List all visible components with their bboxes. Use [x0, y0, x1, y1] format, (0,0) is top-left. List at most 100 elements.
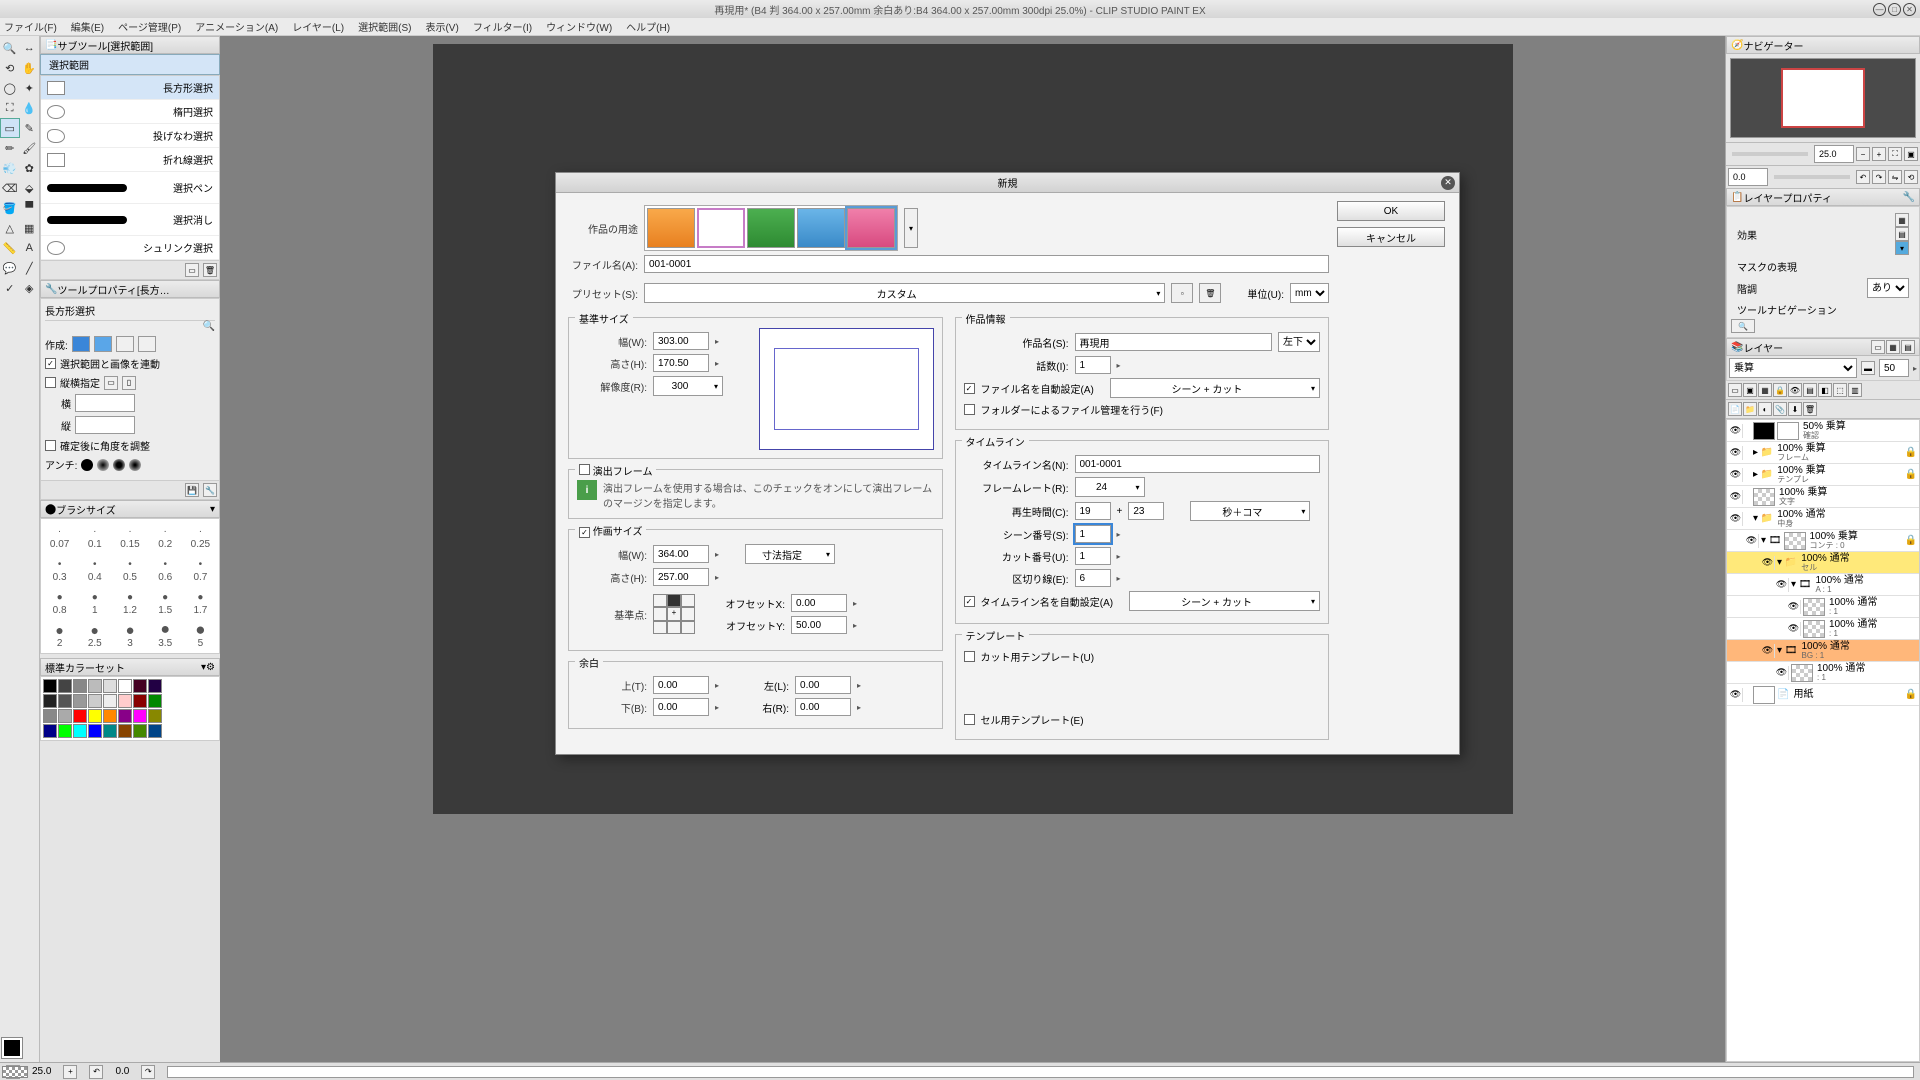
lt-8-icon[interactable]: ⬚ — [1833, 383, 1847, 397]
color-swatch[interactable] — [88, 694, 102, 708]
tool-rotate-icon[interactable]: ⟲ — [0, 58, 20, 78]
arrow-icon[interactable]: ▸ — [715, 337, 719, 346]
lock-icon[interactable]: 🔒 — [1905, 689, 1917, 700]
arrow-icon[interactable]: ▸ — [853, 621, 857, 630]
preset-del-icon[interactable]: 🗑 — [1199, 283, 1221, 303]
usage-comic[interactable] — [697, 208, 745, 248]
arrow-icon[interactable]: ▸ — [715, 703, 719, 712]
usage-illust[interactable] — [647, 208, 695, 248]
tool-eraser-icon[interactable]: ⌫ — [0, 178, 20, 198]
lt-new-icon[interactable]: 📄 — [1728, 402, 1742, 416]
lt-9-icon[interactable]: ▥ — [1848, 383, 1862, 397]
eye-icon[interactable]: 👁 — [1761, 556, 1775, 570]
margin-l[interactable] — [795, 676, 851, 694]
lt-mask-icon[interactable]: ◐ — [1758, 402, 1772, 416]
size-cell[interactable]: •0.6 — [149, 554, 182, 585]
autoname-check[interactable]: ✓ — [964, 383, 975, 394]
size-cell[interactable]: ●2.5 — [78, 620, 111, 651]
color-swatch[interactable] — [103, 724, 117, 738]
sb-3-icon[interactable]: ↶ — [89, 1065, 103, 1079]
layer-row[interactable]: 👁▾ 📁100% 通常中身 — [1727, 508, 1919, 530]
menu-view[interactable]: 表示(V) — [425, 19, 458, 34]
arrow-icon[interactable]: ▸ — [1117, 574, 1121, 583]
usage-more-icon[interactable]: ▾ — [904, 208, 918, 248]
arrow-icon[interactable]: ▸ — [857, 703, 861, 712]
flip-h-icon[interactable]: ⇋ — [1888, 170, 1902, 184]
cut-input[interactable] — [1075, 547, 1111, 565]
eye-icon[interactable]: 👁 — [1761, 644, 1775, 658]
anti-1-icon[interactable] — [81, 459, 93, 471]
workname[interactable] — [1075, 333, 1273, 351]
tool-pencil-icon[interactable]: ✏ — [0, 138, 20, 158]
color-swatch[interactable] — [58, 709, 72, 723]
timeline-scrollbar[interactable] — [167, 1066, 1914, 1078]
blend-mode[interactable]: 乗算 — [1729, 358, 1857, 378]
color-swatch[interactable] — [43, 679, 57, 693]
subtool-shrink[interactable]: シュリンク選択 — [41, 236, 219, 260]
subtool-polyline[interactable]: 折れ線選択 — [41, 148, 219, 172]
actual-icon[interactable]: ▣ — [1904, 147, 1918, 161]
menu-help[interactable]: ヘルプ(H) — [626, 19, 670, 34]
color-swatch[interactable] — [73, 679, 87, 693]
layer-row[interactable]: 👁▾ 🎞100% 通常A : 1 — [1727, 574, 1919, 596]
base-h[interactable] — [653, 354, 709, 372]
eye-icon[interactable]: 👁 — [1729, 446, 1743, 460]
subtool-trash-icon[interactable]: 🗑 — [203, 263, 217, 277]
layerprop-wrench-icon[interactable]: 🔧 — [1903, 192, 1915, 203]
mode-add-icon[interactable] — [94, 336, 112, 352]
arrow-icon[interactable]: ▸ — [715, 359, 719, 368]
anti-2-icon[interactable] — [97, 459, 109, 471]
lt-3-icon[interactable]: ▦ — [1758, 383, 1772, 397]
size-cell[interactable]: ●3 — [113, 620, 146, 651]
color-swatch[interactable] — [148, 679, 162, 693]
subtool-selpen[interactable]: 選択ペン — [41, 172, 219, 204]
subtool-selerase[interactable]: 選択消し — [41, 204, 219, 236]
draw-h[interactable] — [653, 568, 709, 586]
layer-h1-icon[interactable]: ▭ — [1871, 340, 1885, 354]
pos-select[interactable]: 左下 — [1278, 332, 1320, 352]
mode-new-icon[interactable] — [72, 336, 90, 352]
ep-input[interactable] — [1075, 356, 1111, 374]
brush-menu-icon[interactable]: ▾ — [210, 504, 215, 515]
size-cell[interactable]: ·0.1 — [78, 521, 111, 552]
zoom-value[interactable] — [1814, 145, 1854, 163]
layer-row[interactable]: 👁50% 乗算確認 — [1727, 420, 1919, 442]
lt-1-icon[interactable]: ▭ — [1728, 383, 1742, 397]
rotate-l-icon[interactable]: ↶ — [1856, 170, 1870, 184]
tool-balloon-icon[interactable]: 💬 — [0, 258, 20, 278]
layer-row[interactable]: 👁100% 乗算文字 — [1727, 486, 1919, 508]
tone-select[interactable]: あり — [1867, 278, 1909, 298]
eye-icon[interactable]: 👁 — [1729, 512, 1743, 526]
rotate-r-icon[interactable]: ↷ — [1872, 170, 1886, 184]
size-cell[interactable]: ·0.07 — [43, 521, 76, 552]
size-cell[interactable]: ●2 — [43, 620, 76, 651]
lt-folder-icon[interactable]: 📁 — [1743, 402, 1757, 416]
lt-del-icon[interactable]: 🗑 — [1803, 402, 1817, 416]
tool-pen-icon[interactable]: ✎ — [20, 118, 40, 138]
tool-ruler-icon[interactable]: 📏 — [0, 238, 20, 258]
base-w[interactable] — [653, 332, 709, 350]
color-swatch[interactable] — [118, 724, 132, 738]
size-cell[interactable]: •0.3 — [43, 554, 76, 585]
lock-icon[interactable]: 🔒 — [1905, 469, 1917, 480]
subtool-menu-icon[interactable]: ▭ — [185, 263, 199, 277]
layer-h2-icon[interactable]: ▦ — [1886, 340, 1900, 354]
effect-color-icon[interactable]: ▾ — [1895, 241, 1909, 255]
layer-row[interactable]: 👁100% 通常: 1 — [1727, 618, 1919, 640]
arrow-icon[interactable]: ▸ — [715, 573, 719, 582]
color-swatch[interactable] — [88, 724, 102, 738]
sb-2-icon[interactable]: + — [63, 1065, 77, 1079]
eye-icon[interactable]: 👁 — [1787, 600, 1801, 614]
eye-icon[interactable]: 👁 — [1745, 534, 1759, 548]
size-cell[interactable]: ●0.8 — [43, 587, 76, 618]
tool-marquee-icon[interactable]: ▭ — [0, 118, 20, 138]
tool-brush-icon[interactable]: 🖌 — [20, 138, 40, 158]
lt-merge-icon[interactable]: ⬇ — [1788, 402, 1802, 416]
subtool-rect[interactable]: 長方形選択 — [41, 76, 219, 100]
tool-shape-icon[interactable]: △ — [0, 218, 20, 238]
maximize-icon[interactable]: □ — [1888, 3, 1901, 16]
color-swatch[interactable] — [73, 694, 87, 708]
size-cell[interactable]: ●5 — [184, 620, 217, 651]
color-swatch[interactable] — [133, 694, 147, 708]
arrow-icon[interactable]: ▸ — [715, 681, 719, 690]
